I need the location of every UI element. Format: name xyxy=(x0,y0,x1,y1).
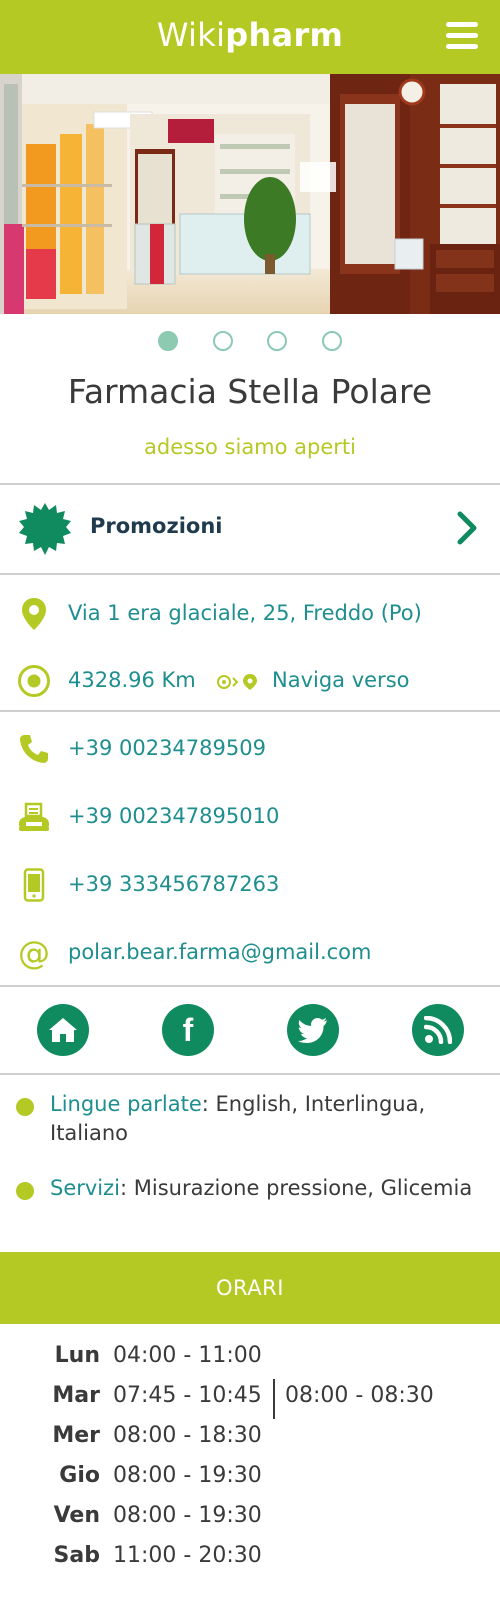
divider xyxy=(0,985,500,987)
chevron-right-icon xyxy=(457,511,477,545)
location-target-icon xyxy=(16,663,52,699)
email-row[interactable]: @ polar.bear.farma@gmail.com xyxy=(0,931,500,975)
mobile-row[interactable]: +39 333456787263 xyxy=(0,863,500,907)
bullet-icon xyxy=(16,1182,34,1200)
hours-day: Ven xyxy=(53,1503,100,1528)
languages-label: Lingue parlate xyxy=(50,1092,202,1116)
hours-slot-second: 08:00 - 08:30 xyxy=(285,1383,434,1408)
home-icon[interactable] xyxy=(37,1004,89,1056)
divider xyxy=(0,710,500,712)
hours-day: Gio xyxy=(59,1463,100,1488)
hours-day: Sab xyxy=(53,1543,100,1568)
phone-icon xyxy=(16,731,52,767)
carousel-dot-1[interactable] xyxy=(158,331,178,351)
services-value: : Misurazione pressione, Glicemia xyxy=(120,1176,473,1200)
hours-slot: 08:00 - 19:30 xyxy=(113,1503,262,1528)
mobile-phone-icon xyxy=(16,867,52,903)
hours-row: Lun 04:00 - 11:00 xyxy=(0,1339,500,1373)
hours-slot: 04:00 - 11:00 xyxy=(113,1343,262,1368)
languages-text: Lingue parlate: English, Interlingua, It… xyxy=(50,1090,480,1148)
promotions-row[interactable]: Promozioni xyxy=(0,484,500,572)
hours-row: Mer 08:00 - 18:30 xyxy=(0,1419,500,1453)
navigate-route-icon[interactable] xyxy=(216,673,264,691)
opening-hours-title: ORARI xyxy=(216,1276,284,1300)
hours-row: Gio 08:00 - 19:30 xyxy=(0,1459,500,1493)
carousel-dot-4[interactable] xyxy=(322,331,342,351)
open-status: adesso siamo aperti xyxy=(144,435,356,459)
hours-slot: 08:00 - 18:30 xyxy=(113,1423,262,1448)
map-pin-icon xyxy=(16,596,52,632)
hours-row: Mar 07:45 - 10:45 08:00 - 08:30 xyxy=(0,1379,500,1419)
hours-separator xyxy=(273,1379,275,1419)
mobile-number[interactable]: +39 333456787263 xyxy=(68,872,279,896)
hamburger-menu-icon[interactable] xyxy=(446,22,478,50)
wikipharm-logo[interactable]: Wikipharm xyxy=(0,15,500,55)
opening-hours-header: ORARI xyxy=(0,1252,500,1324)
services-text: Servizi: Misurazione pressione, Glicemia xyxy=(50,1174,480,1203)
hours-slot: 11:00 - 20:30 xyxy=(113,1543,262,1568)
phone-number[interactable]: +39 00234789509 xyxy=(68,736,266,760)
hours-row: Sab 11:00 - 20:30 xyxy=(0,1539,500,1573)
distance-row: 4328.96 Km Naviga verso xyxy=(0,659,500,703)
logo-light-text: Wiki xyxy=(156,16,226,54)
bullet-icon xyxy=(16,1098,34,1116)
address-text[interactable]: Via 1 era glaciale, 25, Freddo (Po) xyxy=(68,601,422,625)
phone-row[interactable]: +39 00234789509 xyxy=(0,727,500,771)
rss-icon[interactable] xyxy=(412,1004,464,1056)
carousel-dot-3[interactable] xyxy=(267,331,287,351)
app-header: Wikipharm xyxy=(0,0,500,74)
carousel-dot-2[interactable] xyxy=(213,331,233,351)
hours-day: Mar xyxy=(52,1383,100,1408)
hours-row: Ven 08:00 - 19:30 xyxy=(0,1499,500,1533)
hours-day: Lun xyxy=(54,1343,100,1368)
pharmacy-name: Farmacia Stella Polare xyxy=(67,372,433,411)
address-row[interactable]: Via 1 era glaciale, 25, Freddo (Po) xyxy=(0,592,500,636)
carousel-indicators xyxy=(0,330,500,354)
divider xyxy=(0,1073,500,1075)
divider xyxy=(0,573,500,575)
at-sign-icon: @ xyxy=(18,934,50,972)
facebook-icon[interactable]: f xyxy=(162,1004,214,1056)
fax-row[interactable]: +39 002347895010 xyxy=(0,795,500,839)
navigate-to-link[interactable]: Naviga verso xyxy=(272,668,409,692)
hours-slot: 08:00 - 19:30 xyxy=(113,1463,262,1488)
hours-day: Mer xyxy=(52,1423,100,1448)
email-address[interactable]: polar.bear.farma@gmail.com xyxy=(68,940,371,964)
promotions-label: Promozioni xyxy=(90,514,223,538)
fax-number[interactable]: +39 002347895010 xyxy=(68,804,279,828)
hours-slot: 07:45 - 10:45 xyxy=(113,1383,262,1408)
hero-carousel-image[interactable] xyxy=(0,74,500,314)
services-label: Servizi xyxy=(50,1176,121,1200)
starburst-badge-icon xyxy=(19,503,71,555)
distance-text: 4328.96 Km xyxy=(68,668,196,692)
twitter-icon[interactable] xyxy=(287,1004,339,1056)
fax-icon xyxy=(16,799,52,835)
logo-bold-text: pharm xyxy=(225,16,344,54)
